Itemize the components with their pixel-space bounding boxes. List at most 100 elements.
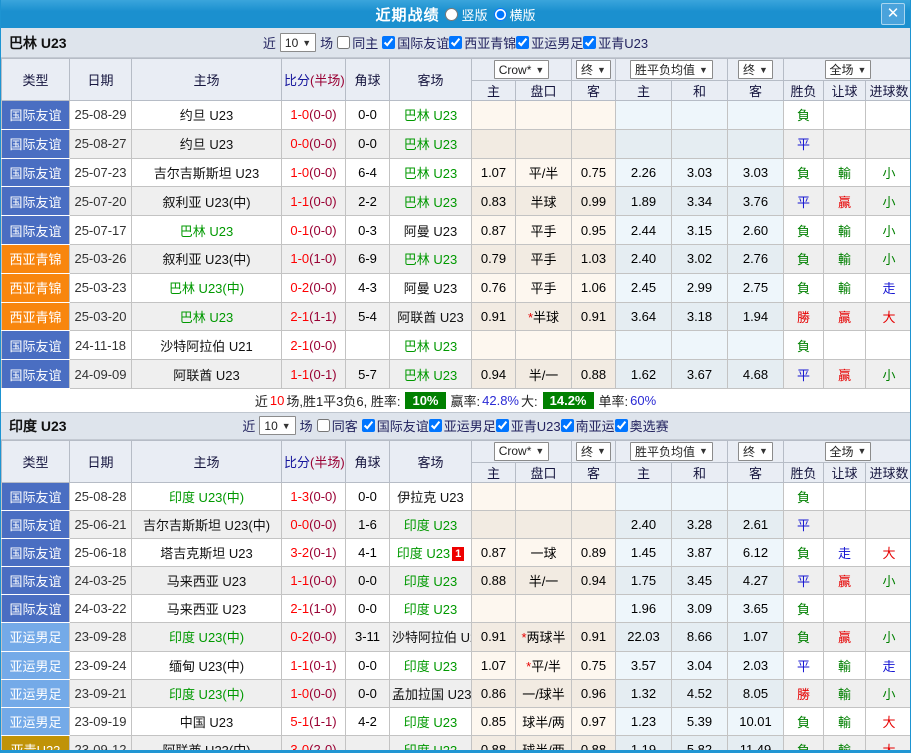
- league-filter-group: 国际友谊亚运男足亚青U23南亚运奥选赛: [362, 416, 669, 435]
- same-venue-checkbox[interactable]: 同客: [317, 416, 358, 435]
- vertical-radio-icon[interactable]: [445, 8, 458, 21]
- ah-home-odds: 0.94: [472, 360, 516, 389]
- checkbox-icon[interactable]: [449, 36, 462, 49]
- checkbox-icon[interactable]: [362, 419, 375, 432]
- eu-home-odds: 1.62: [616, 360, 672, 389]
- chevron-down-icon: ▼: [759, 65, 768, 75]
- corner: [346, 331, 390, 360]
- away-team: 巴林 U23: [390, 244, 472, 273]
- wdl-result: 負: [784, 623, 824, 651]
- league-checkbox[interactable]: 国际友谊: [382, 33, 449, 52]
- wdl-result: 負: [784, 482, 824, 510]
- close-icon[interactable]: ✕: [881, 3, 905, 25]
- corner: 0-0: [346, 129, 390, 158]
- away-team: 印度 U23: [390, 735, 472, 753]
- checkbox-icon[interactable]: [516, 36, 529, 49]
- corner: 0-0: [346, 567, 390, 595]
- match-date: 25-07-23: [70, 158, 132, 187]
- eu-time-select[interactable]: 终▼: [738, 60, 773, 79]
- score: 0-2(0-0): [282, 273, 346, 302]
- league-checkbox[interactable]: 亚运男足: [516, 33, 583, 52]
- wdl-result: 負: [784, 101, 824, 130]
- scope-select[interactable]: 全场▼: [825, 442, 872, 461]
- ou-result: 大: [866, 735, 911, 753]
- wdl-result: 負: [784, 216, 824, 245]
- col-away: 客场: [390, 59, 472, 101]
- ou-result: 小: [866, 187, 911, 216]
- ou-result: [866, 482, 911, 510]
- eu-away-odds: 1.94: [728, 302, 784, 331]
- ah-result: 輸: [824, 651, 866, 679]
- league-checkbox[interactable]: 亚青U23: [583, 33, 648, 52]
- corner: 0-0: [346, 679, 390, 707]
- scope-select[interactable]: 全场▼: [825, 60, 872, 79]
- stats-summary: 近10场,胜1平3负6, 胜率:10%赢率:42.8% 大:14.2%单率:60…: [1, 389, 910, 412]
- league-checkbox[interactable]: 亚运男足: [429, 416, 496, 435]
- ah-time-select[interactable]: 终▼: [576, 60, 611, 79]
- eu-draw-odds: 3.28: [672, 511, 728, 539]
- eu-home-odds: 2.40: [616, 244, 672, 273]
- home-team: 约旦 U23: [132, 101, 282, 130]
- bookmaker-select[interactable]: Crow*▼: [494, 442, 550, 461]
- avg-select[interactable]: 胜平负均值▼: [630, 60, 713, 79]
- home-team: 缅甸 U23(中): [132, 651, 282, 679]
- chevron-down-icon: ▼: [282, 421, 291, 431]
- league-checkbox[interactable]: 国际友谊: [362, 416, 429, 435]
- eu-home-odds: 1.96: [616, 595, 672, 623]
- league-checkbox[interactable]: 南亚运: [561, 416, 615, 435]
- home-team: 吉尔吉斯斯坦 U23: [132, 158, 282, 187]
- home-team: 马来西亚 U23: [132, 567, 282, 595]
- ah-result: 贏: [824, 302, 866, 331]
- checkbox-icon[interactable]: [317, 419, 330, 432]
- league-checkbox[interactable]: 奥选赛: [615, 416, 669, 435]
- same-venue-checkbox[interactable]: 同主: [337, 33, 378, 52]
- ah-away-odds: [572, 482, 616, 510]
- ah-away-odds: 0.91: [572, 623, 616, 651]
- away-team: 巴林 U23: [390, 129, 472, 158]
- league-checkbox[interactable]: 亚青U23: [496, 416, 561, 435]
- ah-result: 走: [824, 539, 866, 567]
- checkbox-icon[interactable]: [496, 419, 509, 432]
- ah-result: 輸: [824, 707, 866, 735]
- league-badge: 国际友谊: [2, 331, 70, 360]
- checkbox-icon[interactable]: [429, 419, 442, 432]
- ou-result: 走: [866, 273, 911, 302]
- col-ah-home: 主: [472, 462, 516, 482]
- checkbox-icon[interactable]: [337, 36, 350, 49]
- home-team: 叙利亚 U23(中): [132, 244, 282, 273]
- avg-select[interactable]: 胜平负均值▼: [630, 442, 713, 461]
- bookmaker-select[interactable]: Crow*▼: [494, 60, 550, 79]
- layout-radio-vertical[interactable]: 竖版: [445, 5, 487, 24]
- away-team: 印度 U23: [390, 707, 472, 735]
- ah-result: 贏: [824, 187, 866, 216]
- league-badge: 亚运男足: [2, 679, 70, 707]
- recent-count-select[interactable]: 10▼: [280, 33, 316, 52]
- checkbox-icon[interactable]: [583, 36, 596, 49]
- corner: 6-4: [346, 158, 390, 187]
- eu-away-odds: 1.07: [728, 623, 784, 651]
- wdl-result: 平: [784, 187, 824, 216]
- eu-draw-odds: [672, 482, 728, 510]
- recent-count-select[interactable]: 10▼: [259, 416, 295, 435]
- checkbox-icon[interactable]: [561, 419, 574, 432]
- eu-away-odds: 10.01: [728, 707, 784, 735]
- ah-line: 平手: [516, 273, 572, 302]
- score: 0-1(0-0): [282, 216, 346, 245]
- eu-time-select[interactable]: 终▼: [738, 442, 773, 461]
- score: 1-1(0-0): [282, 187, 346, 216]
- league-checkbox[interactable]: 西亚青锦: [449, 33, 516, 52]
- wdl-result: 平: [784, 651, 824, 679]
- ou-result: [866, 595, 911, 623]
- horizontal-radio-icon[interactable]: [494, 8, 507, 21]
- match-date: 23-09-21: [70, 679, 132, 707]
- col-ah-result: 让球: [824, 81, 866, 101]
- ah-time-select[interactable]: 终▼: [576, 442, 611, 461]
- near-label: 近: [242, 416, 255, 435]
- eu-draw-odds: [672, 101, 728, 130]
- games-label: 场: [320, 33, 333, 52]
- checkbox-icon[interactable]: [382, 36, 395, 49]
- layout-radio-horizontal[interactable]: 横版: [494, 5, 536, 24]
- checkbox-icon[interactable]: [615, 419, 628, 432]
- away-team: 巴林 U23: [390, 158, 472, 187]
- col-home: 主场: [132, 59, 282, 101]
